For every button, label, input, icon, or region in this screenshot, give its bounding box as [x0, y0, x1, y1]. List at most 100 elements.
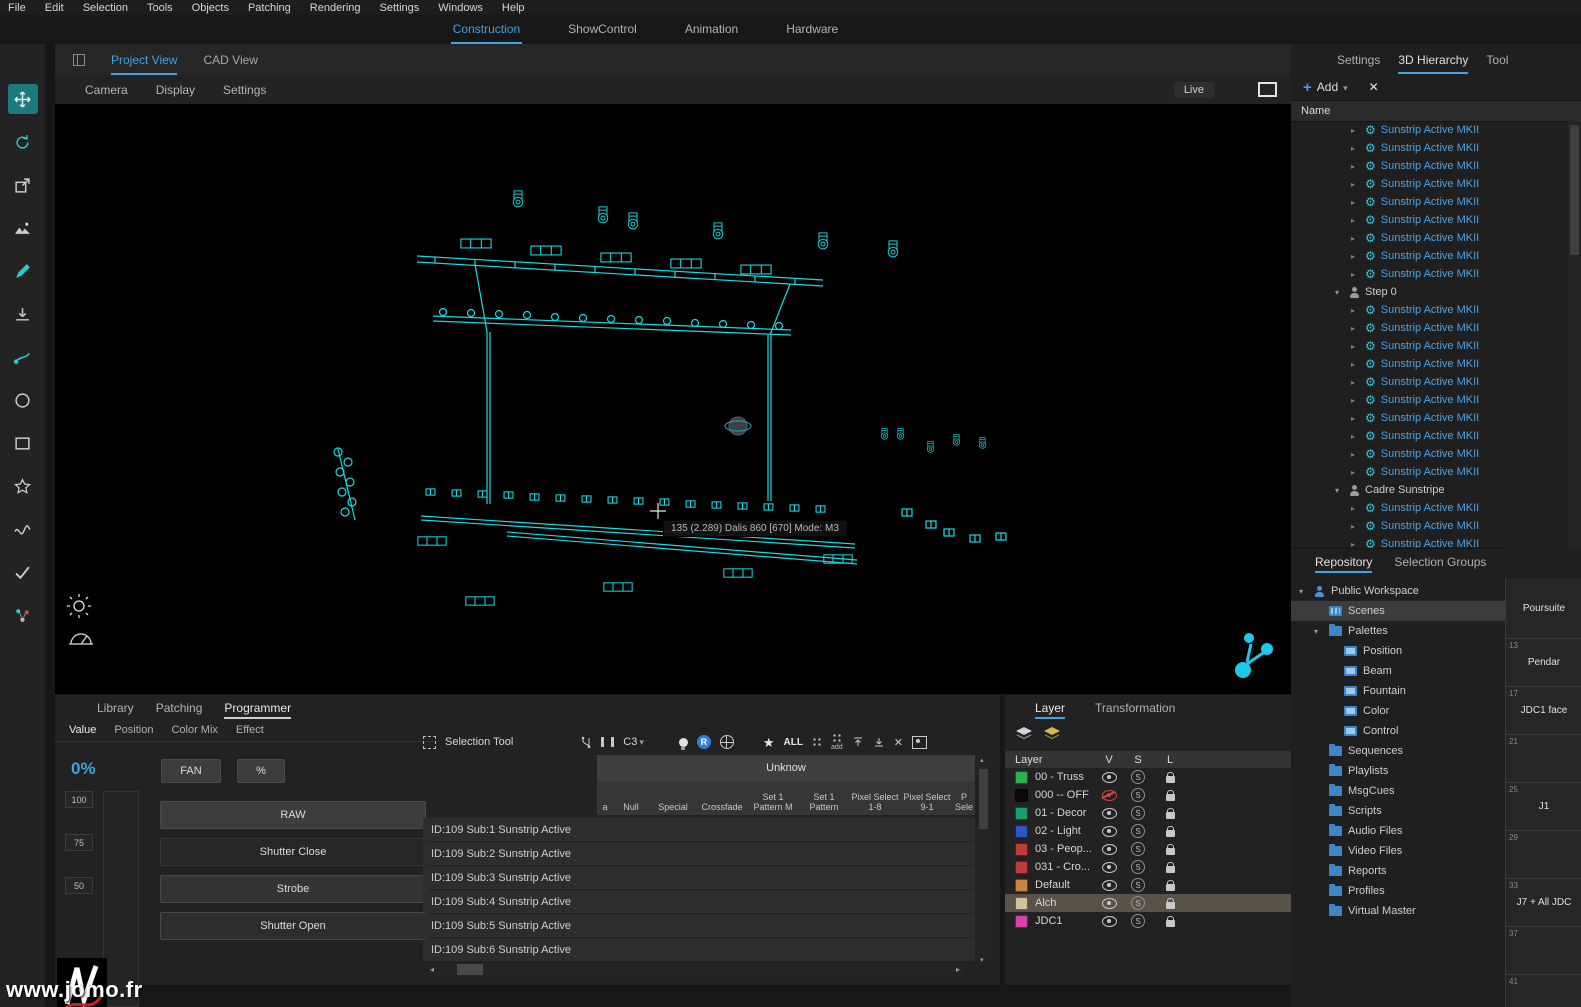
eye-icon[interactable]	[1102, 916, 1117, 927]
repo-item-color[interactable]: Color	[1291, 701, 1505, 721]
layer-lock-cell[interactable]	[1153, 826, 1187, 837]
programmer-row[interactable]: ID:109 Sub:2 Sunstrip Active	[423, 842, 975, 865]
repo-item-virtual-master[interactable]: Virtual Master	[1291, 901, 1505, 921]
hierarchy-row[interactable]: ▸⚙Sunstrip Active MKII	[1291, 319, 1568, 337]
chevron-right-icon[interactable]: ▸	[1351, 252, 1360, 261]
layer-visibility-cell[interactable]	[1095, 844, 1123, 855]
globe-icon[interactable]	[720, 735, 734, 749]
menu-selection[interactable]: Selection	[83, 2, 128, 14]
chevron-expanded-icon[interactable]: ▾	[1299, 587, 1308, 596]
scene-cell[interactable]: 29	[1506, 831, 1581, 879]
hierarchy-row[interactable]: ▸⚙Sunstrip Active MKII	[1291, 409, 1568, 427]
s-badge-icon[interactable]: S	[1131, 842, 1145, 856]
mode-tab-construction[interactable]: Construction	[451, 22, 522, 44]
clear-icon[interactable]: ✕	[894, 736, 903, 749]
dots-grid-icon[interactable]	[812, 737, 822, 747]
layer-solo-cell[interactable]: S	[1123, 770, 1153, 784]
layer-solo-cell[interactable]: S	[1123, 878, 1153, 892]
hierarchy-row[interactable]: ▸⚙Sunstrip Active MKII	[1291, 211, 1568, 229]
column-header-special[interactable]: Special	[649, 781, 697, 815]
layers-icon[interactable]	[1015, 726, 1033, 740]
fader-track[interactable]	[103, 791, 139, 1007]
image-tool-icon[interactable]	[8, 213, 38, 243]
menu-tools[interactable]: Tools	[147, 2, 173, 14]
layer-solo-cell[interactable]: S	[1123, 788, 1153, 802]
tab-tool[interactable]: Tool	[1486, 53, 1508, 74]
tab-3d-hierarchy[interactable]: 3D Hierarchy	[1398, 53, 1468, 74]
align-bottom-icon[interactable]	[873, 736, 885, 748]
chevron-right-icon[interactable]: ▸	[1351, 522, 1360, 531]
layer-solo-cell[interactable]: S	[1123, 860, 1153, 874]
circle-tool-icon[interactable]	[8, 385, 38, 415]
repo-item-sequences[interactable]: Sequences	[1291, 741, 1505, 761]
hierarchy-scrollbar[interactable]	[1568, 121, 1581, 549]
lock-icon[interactable]	[1166, 812, 1175, 819]
layer-visibility-cell[interactable]	[1095, 862, 1123, 873]
fullscreen-icon[interactable]	[1258, 82, 1277, 97]
viewport-tab-display[interactable]: Display	[156, 83, 195, 97]
repo-item-control[interactable]: Control	[1291, 721, 1505, 741]
hierarchy-row[interactable]: ▸⚙Sunstrip Active MKII	[1291, 157, 1568, 175]
eye-icon[interactable]	[1102, 808, 1117, 819]
chevron-right-icon[interactable]: ▸	[1351, 414, 1360, 423]
selection-frame-icon[interactable]	[423, 736, 436, 749]
repo-item-msgcues[interactable]: MsgCues	[1291, 781, 1505, 801]
add-caret-icon[interactable]	[1343, 80, 1348, 94]
layer-solo-cell[interactable]: S	[1123, 896, 1153, 910]
repo-item-audio-files[interactable]: Audio Files	[1291, 821, 1505, 841]
star-tool-icon[interactable]	[8, 471, 38, 501]
hierarchy-row[interactable]: ▸⚙Sunstrip Active MKII	[1291, 337, 1568, 355]
macro-button-strobe[interactable]: Strobe	[160, 875, 426, 903]
dots-add-icon[interactable]: add	[831, 733, 843, 751]
align-top-icon[interactable]	[852, 736, 864, 748]
layer-solo-cell[interactable]: S	[1123, 842, 1153, 856]
column-header-p-sele[interactable]: P Sele	[953, 781, 975, 815]
menu-edit[interactable]: Edit	[45, 2, 64, 14]
viewport-tab-camera[interactable]: Camera	[85, 83, 128, 97]
repo-item-fountain[interactable]: Fountain	[1291, 681, 1505, 701]
scene-cell[interactable]: 25J1	[1506, 783, 1581, 831]
layer-row[interactable]: 031 - Cro...S	[1005, 858, 1291, 876]
menu-windows[interactable]: Windows	[438, 2, 483, 14]
eye-icon[interactable]	[1102, 772, 1117, 783]
download-tool-icon[interactable]	[8, 299, 38, 329]
tab-settings[interactable]: Settings	[1337, 53, 1380, 74]
lock-icon[interactable]	[1166, 848, 1175, 855]
chevron-right-icon[interactable]: ▸	[1351, 198, 1360, 207]
tab-library[interactable]: Library	[97, 701, 134, 719]
mode-tab-showcontrol[interactable]: ShowControl	[566, 22, 639, 44]
curve-tool-icon[interactable]	[8, 514, 38, 544]
macro-button-shutter-open[interactable]: Shutter Open	[160, 912, 426, 940]
chevron-right-icon[interactable]: ▸	[1351, 378, 1360, 387]
macro-button-raw[interactable]: RAW	[160, 801, 426, 829]
s-badge-icon[interactable]: S	[1131, 860, 1145, 874]
scene-cell[interactable]: 41	[1506, 975, 1581, 1007]
subtab-color-mix[interactable]: Color Mix	[171, 724, 217, 736]
programmer-row[interactable]: ID:109 Sub:1 Sunstrip Active	[423, 818, 975, 841]
programmer-row[interactable]: ID:109 Sub:5 Sunstrip Active	[423, 914, 975, 937]
chevron-right-icon[interactable]: ▸	[1351, 234, 1360, 243]
lock-icon[interactable]	[1166, 884, 1175, 891]
eye-icon[interactable]	[1102, 790, 1117, 801]
c-dropdown[interactable]: C3	[623, 736, 644, 748]
chevron-right-icon[interactable]: ▸	[1351, 144, 1360, 153]
layer-solo-cell[interactable]: S	[1123, 806, 1153, 820]
subtab-effect[interactable]: Effect	[236, 724, 264, 736]
tab-transformation[interactable]: Transformation	[1095, 701, 1175, 719]
chevron-right-icon[interactable]: ▸	[1351, 270, 1360, 279]
rotate-tool-icon[interactable]	[8, 127, 38, 157]
mode-tab-animation[interactable]: Animation	[683, 22, 740, 44]
scene-cell[interactable]: 17JDC1 face	[1506, 687, 1581, 735]
layer-lock-cell[interactable]	[1153, 862, 1187, 873]
chevron-right-icon[interactable]: ▸	[1351, 324, 1360, 333]
repo-item-video-files[interactable]: Video Files	[1291, 841, 1505, 861]
hierarchy-row[interactable]: ▸⚙Sunstrip Active MKII	[1291, 499, 1568, 517]
chevron-right-icon[interactable]: ▸	[1351, 396, 1360, 405]
macro-button-shutter-close[interactable]: Shutter Close	[160, 838, 426, 866]
tab-programmer[interactable]: Programmer	[224, 701, 291, 719]
render-icon[interactable]	[912, 736, 927, 749]
fan-button[interactable]: FAN	[161, 759, 221, 783]
column-header-crossfade[interactable]: Crossfade	[697, 781, 747, 815]
chevron-right-icon[interactable]: ▸	[1351, 504, 1360, 513]
s-badge-icon[interactable]: S	[1131, 806, 1145, 820]
